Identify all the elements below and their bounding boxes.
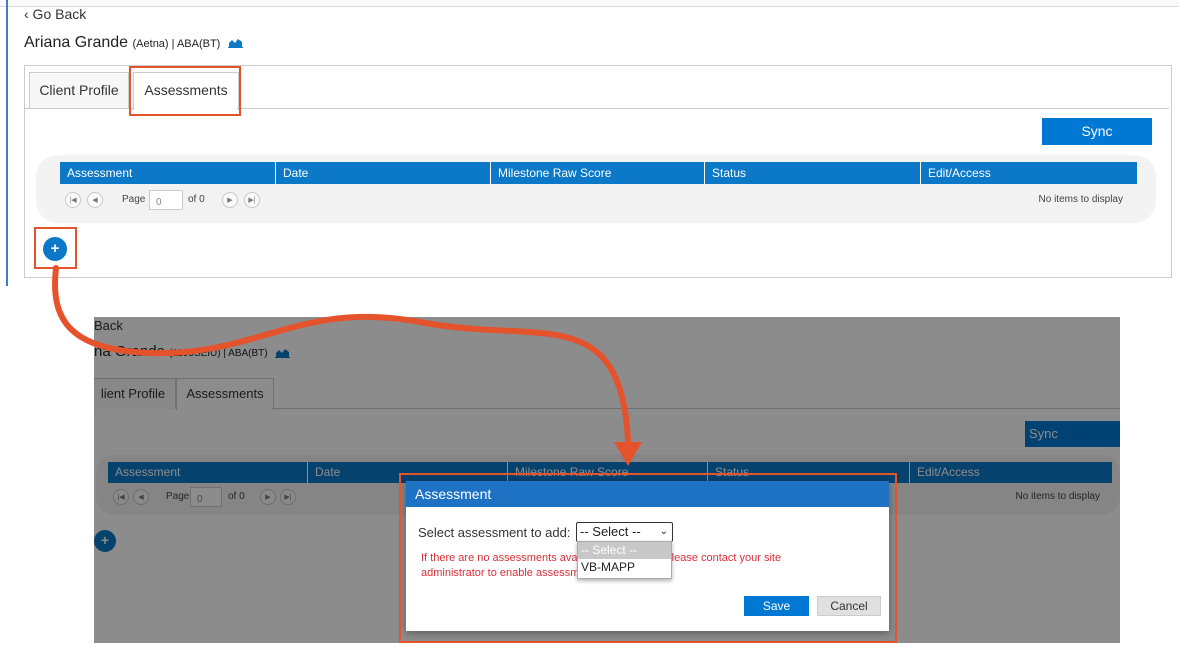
chart-icon[interactable]: [227, 37, 243, 49]
first-page-icon[interactable]: |◀: [65, 192, 81, 208]
tab-divider: [237, 108, 1169, 109]
empty-grid-text: No items to display: [1038, 194, 1123, 205]
page-input[interactable]: 0: [149, 190, 183, 210]
tab-client-profile[interactable]: Client Profile: [29, 72, 129, 109]
go-back-link[interactable]: ‹ Go Back: [24, 6, 86, 22]
sync-assessment-button[interactable]: Sync Assessment: [1042, 118, 1152, 166]
highlight-modal: [399, 473, 897, 643]
tab-divider-left: [25, 108, 133, 109]
highlight-add-button: [34, 227, 77, 269]
left-accent-bar: [6, 0, 8, 286]
column-edit-access[interactable]: Edit/Access: [921, 162, 1137, 184]
next-page-icon[interactable]: ▶: [222, 192, 238, 208]
column-assessment[interactable]: Assessment: [60, 162, 276, 184]
page-label: Page: [122, 194, 146, 205]
column-milestone-raw-score[interactable]: Milestone Raw Score: [491, 162, 705, 184]
top-screenshot: ‹ Go Back Ariana Grande (Aetna) | ABA(BT…: [0, 0, 1179, 286]
client-name: Ariana Grande: [24, 34, 129, 51]
highlight-assessments-tab: [129, 66, 241, 116]
assessment-grid: Assessment Date Milestone Raw Score Stat…: [36, 155, 1156, 223]
top-nav-strip: [0, 0, 1179, 7]
client-meta: (Aetna) | ABA(BT): [132, 38, 221, 50]
grid-header: Assessment Date Milestone Raw Score Stat…: [60, 162, 1137, 184]
grid-pager: |◀ ◀ Page 0 of 0 ▶ ▶| No items to displa…: [60, 186, 1137, 214]
column-date[interactable]: Date: [276, 162, 491, 184]
prev-page-icon[interactable]: ◀: [87, 192, 103, 208]
page-of-label: of 0: [188, 194, 205, 205]
last-page-icon[interactable]: ▶|: [244, 192, 260, 208]
client-header: Ariana Grande (Aetna) | ABA(BT): [24, 34, 243, 52]
column-status[interactable]: Status: [705, 162, 921, 184]
